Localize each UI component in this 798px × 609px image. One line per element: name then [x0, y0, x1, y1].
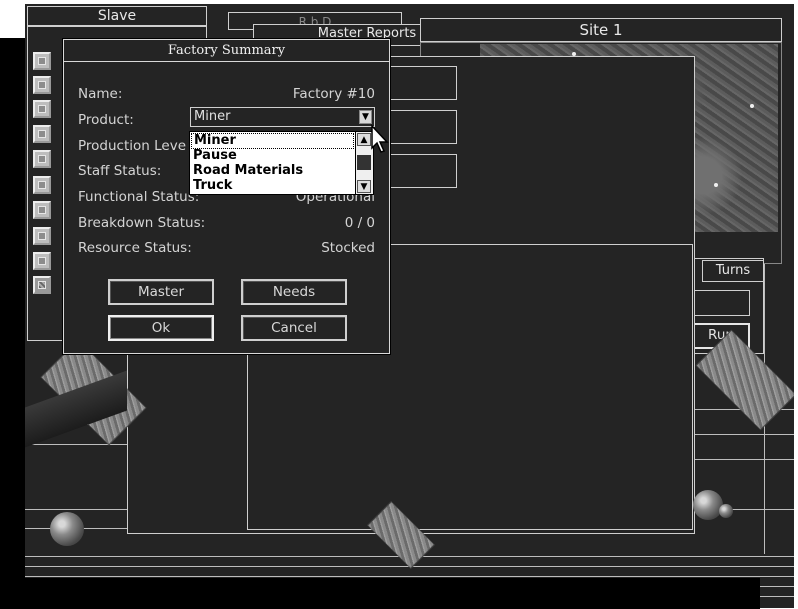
breakdown-status-label: Breakdown Status: — [78, 215, 206, 231]
dialog-title: Factory Summary — [64, 40, 389, 62]
cancel-button[interactable]: Cancel — [241, 315, 347, 341]
resource-status-label: Resource Status: — [78, 240, 192, 256]
scroll-down-icon[interactable]: ▼ — [357, 180, 371, 193]
grid-line — [25, 444, 128, 445]
production-level-label: Production Leve — [78, 138, 186, 154]
product-label: Product: — [78, 112, 134, 128]
grid-line — [695, 459, 794, 460]
turns-input[interactable] — [692, 290, 750, 316]
functional-status-label: Functional Status: — [78, 189, 200, 205]
grid-line — [695, 434, 794, 435]
factory-summary-dialog: Factory Summary Name: Factory #10 Produc… — [63, 39, 390, 354]
slave-button-1[interactable] — [33, 52, 51, 70]
name-row: Name: Factory #10 — [78, 86, 375, 104]
site-title: Site 1 — [420, 18, 782, 42]
slave-title: Slave — [27, 6, 207, 26]
breakdown-status-row: Breakdown Status: 0 / 0 — [78, 215, 375, 233]
letterbox-left — [0, 38, 25, 609]
product-select-value: Miner — [194, 109, 231, 124]
slave-button-7[interactable] — [33, 201, 51, 219]
product-dropdown-list[interactable]: Miner Pause Road Materials Truck ▲ ▼ — [189, 131, 374, 195]
slave-button-6[interactable] — [33, 176, 51, 194]
resource-status-row: Resource Status: Stocked — [78, 240, 375, 258]
needs-button[interactable]: Needs — [241, 279, 347, 305]
grid-line — [25, 576, 794, 577]
globe-icon[interactable] — [50, 512, 84, 546]
letterbox-bottom — [0, 578, 760, 609]
mouse-pointer-icon — [371, 124, 389, 153]
product-option[interactable]: Road Materials — [193, 163, 303, 179]
name-value: Factory #10 — [292, 86, 375, 102]
staff-status-label: Staff Status: — [78, 163, 162, 179]
slave-button-9[interactable] — [33, 252, 51, 270]
game-screen: Slave R b D Master Reports Site 1 Turns … — [25, 4, 794, 608]
product-option[interactable]: Truck — [193, 178, 232, 194]
grid-line — [25, 509, 128, 510]
site-marker — [750, 104, 754, 108]
chevron-down-icon[interactable]: ▼ — [359, 110, 372, 124]
orb-icon — [693, 490, 723, 520]
resource-status-value: Stocked — [321, 240, 375, 256]
scroll-up-icon[interactable]: ▲ — [357, 133, 371, 146]
slave-button-3[interactable] — [33, 100, 51, 118]
breakdown-status-value: 0 / 0 — [344, 215, 375, 231]
name-label: Name: — [78, 86, 123, 102]
orb-small-icon — [719, 504, 733, 518]
slave-button-8[interactable] — [33, 227, 51, 245]
slave-button-4[interactable] — [33, 125, 51, 143]
product-option[interactable]: Miner — [191, 133, 354, 149]
site-marker — [714, 183, 718, 187]
master-button[interactable]: Master — [108, 279, 214, 305]
scroll-thumb[interactable] — [357, 155, 371, 170]
product-select[interactable]: Miner ▼ — [190, 107, 375, 127]
slave-button-10[interactable] — [33, 276, 51, 294]
slave-button-5[interactable] — [33, 150, 51, 168]
slave-button-2[interactable] — [33, 76, 51, 94]
turns-label: Turns — [702, 260, 764, 282]
ok-button[interactable]: Ok — [108, 315, 214, 341]
product-option[interactable]: Pause — [193, 148, 237, 164]
